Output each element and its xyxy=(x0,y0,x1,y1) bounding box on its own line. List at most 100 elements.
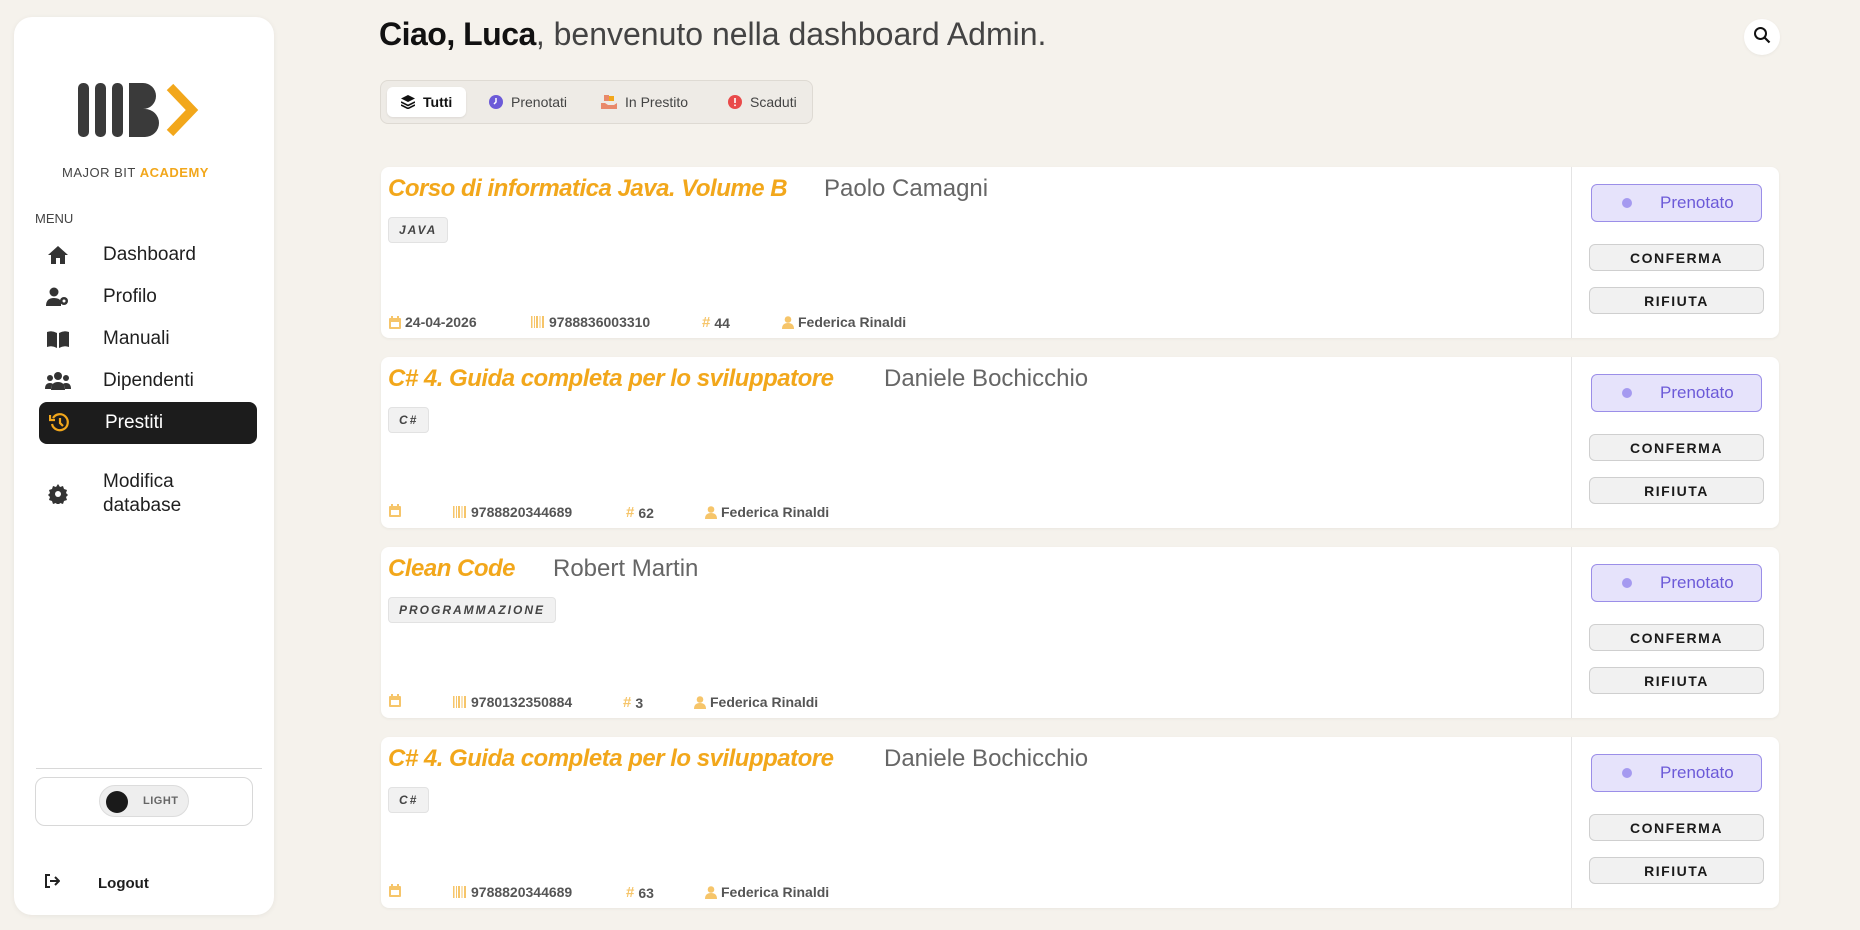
confirm-button[interactable]: CONFERMA xyxy=(1589,624,1764,651)
user-icon xyxy=(782,315,794,329)
sidebar: MAJOR BIT ACADEMY MENU Dashboard Profilo… xyxy=(14,17,274,915)
filter-tab-prenotati[interactable]: Prenotati xyxy=(475,87,581,117)
history-icon xyxy=(47,412,73,434)
confirm-button[interactable]: CONFERMA xyxy=(1589,434,1764,461)
user-icon xyxy=(705,505,717,519)
filter-tabs: Tutti Prenotati In Prestito Scaduti xyxy=(380,80,813,124)
status-dot xyxy=(1622,388,1632,398)
loan-date xyxy=(389,504,405,517)
book-tag: C# xyxy=(388,407,430,433)
alert-icon xyxy=(728,95,742,109)
book-author: Daniele Bochicchio xyxy=(884,745,1089,772)
hash-icon: # xyxy=(623,694,632,711)
logout-button[interactable]: Logout xyxy=(44,874,149,892)
status-dot xyxy=(1622,768,1632,778)
toggle-knob xyxy=(106,791,128,813)
sidebar-item-label: Dashboard xyxy=(103,244,196,265)
sidebar-item-modifica-database[interactable]: Modifica database xyxy=(39,466,257,522)
filter-label: In Prestito xyxy=(625,94,689,110)
book-tag: PROGRAMMAZIONE xyxy=(388,597,556,623)
book-author: Robert Martin xyxy=(553,555,699,582)
loan-user: Federica Rinaldi xyxy=(705,884,829,900)
logout-icon xyxy=(44,874,61,892)
user-icon xyxy=(694,695,706,709)
user-icon xyxy=(705,885,717,899)
filter-tab-scaduti[interactable]: Scaduti xyxy=(714,87,811,117)
reject-button[interactable]: RIFIUTA xyxy=(1589,857,1764,884)
logo: MAJOR BIT ACADEMY xyxy=(62,81,242,181)
sidebar-divider xyxy=(36,768,262,769)
loan-date: 24-04-2026 xyxy=(389,314,477,330)
reject-button[interactable]: RIFIUTA xyxy=(1589,667,1764,694)
sidebar-item-label: Profilo xyxy=(103,286,157,307)
filter-label: Prenotati xyxy=(511,94,568,110)
gear-icon xyxy=(45,483,71,505)
copy-number: #63 xyxy=(626,884,654,901)
status-dot xyxy=(1622,578,1632,588)
sidebar-item-label: Prestiti xyxy=(105,412,164,433)
calendar-icon xyxy=(389,504,401,517)
copy-number: #44 xyxy=(702,314,730,331)
calendar-icon xyxy=(389,315,401,329)
book-tag: C# xyxy=(388,787,430,813)
filter-tab-in-prestito[interactable]: In Prestito xyxy=(587,87,702,117)
loan-card: C# 4. Guida completa per lo sviluppatore… xyxy=(381,357,1779,528)
confirm-button[interactable]: CONFERMA xyxy=(1589,814,1764,841)
card-divider xyxy=(1571,167,1572,338)
search-icon xyxy=(1753,26,1771,49)
sidebar-item-dashboard[interactable]: Dashboard xyxy=(39,234,257,276)
sidebar-item-prestiti[interactable]: Prestiti xyxy=(39,402,257,444)
book-isbn: 9788836003310 xyxy=(531,314,650,330)
barcode-icon xyxy=(531,316,545,328)
reject-button[interactable]: RIFIUTA xyxy=(1589,287,1764,314)
sidebar-item-dipendenti[interactable]: Dipendenti xyxy=(39,360,257,402)
calendar-icon xyxy=(389,884,401,897)
loan-card: Clean Code Robert Martin PROGRAMMAZIONE … xyxy=(381,547,1779,718)
page-greeting: Ciao, Luca, benvenuto nella dashboard Ad… xyxy=(379,16,1046,53)
menu-title: MENU xyxy=(35,211,74,226)
barcode-icon xyxy=(453,506,467,518)
card-divider xyxy=(1571,357,1572,528)
status-dot xyxy=(1622,198,1632,208)
sidebar-item-label: Manuali xyxy=(103,328,170,349)
status-badge[interactable]: Prenotato xyxy=(1591,564,1762,602)
loan-card: C# 4. Guida completa per lo sviluppatore… xyxy=(381,737,1779,908)
loan-user: Federica Rinaldi xyxy=(782,314,906,330)
theme-toggle-label: LIGHT xyxy=(143,795,179,807)
card-divider xyxy=(1571,547,1572,718)
user-gear-icon xyxy=(45,286,71,308)
confirm-button[interactable]: CONFERMA xyxy=(1589,244,1764,271)
loan-user: Federica Rinaldi xyxy=(694,694,818,710)
sidebar-item-profilo[interactable]: Profilo xyxy=(39,276,257,318)
barcode-icon xyxy=(453,886,467,898)
card-divider xyxy=(1571,737,1572,908)
copy-number: #3 xyxy=(623,694,644,711)
book-title[interactable]: C# 4. Guida completa per lo sviluppatore xyxy=(388,745,834,773)
search-button[interactable] xyxy=(1744,19,1780,55)
filter-label: Scaduti xyxy=(750,94,797,110)
theme-toggle[interactable]: LIGHT xyxy=(99,785,189,817)
barcode-icon xyxy=(453,696,467,708)
status-badge[interactable]: Prenotato xyxy=(1591,754,1762,792)
logout-label: Logout xyxy=(98,874,149,892)
filter-tab-tutti[interactable]: Tutti xyxy=(387,87,467,117)
sidebar-item-label: Dipendenti xyxy=(103,370,194,391)
filter-label: Tutti xyxy=(423,94,453,110)
book-isbn: 9788820344689 xyxy=(453,504,572,520)
book-author: Paolo Camagni xyxy=(824,175,989,202)
status-badge[interactable]: Prenotato xyxy=(1591,374,1762,412)
loan-date xyxy=(389,884,405,897)
book-title[interactable]: C# 4. Guida completa per lo sviluppatore xyxy=(388,365,834,393)
book-title[interactable]: Corso di informatica Java. Volume B xyxy=(388,175,788,203)
status-badge[interactable]: Prenotato xyxy=(1591,184,1762,222)
clock-icon xyxy=(489,95,503,109)
book-icon xyxy=(45,328,71,350)
book-isbn: 9780132350884 xyxy=(453,694,572,710)
logo-mark-icon xyxy=(78,83,199,137)
hash-icon: # xyxy=(626,884,635,901)
book-title[interactable]: Clean Code xyxy=(388,555,516,583)
reject-button[interactable]: RIFIUTA xyxy=(1589,477,1764,504)
book-tag: JAVA xyxy=(388,217,449,243)
calendar-icon xyxy=(389,694,401,707)
sidebar-item-manuali[interactable]: Manuali xyxy=(39,318,257,360)
